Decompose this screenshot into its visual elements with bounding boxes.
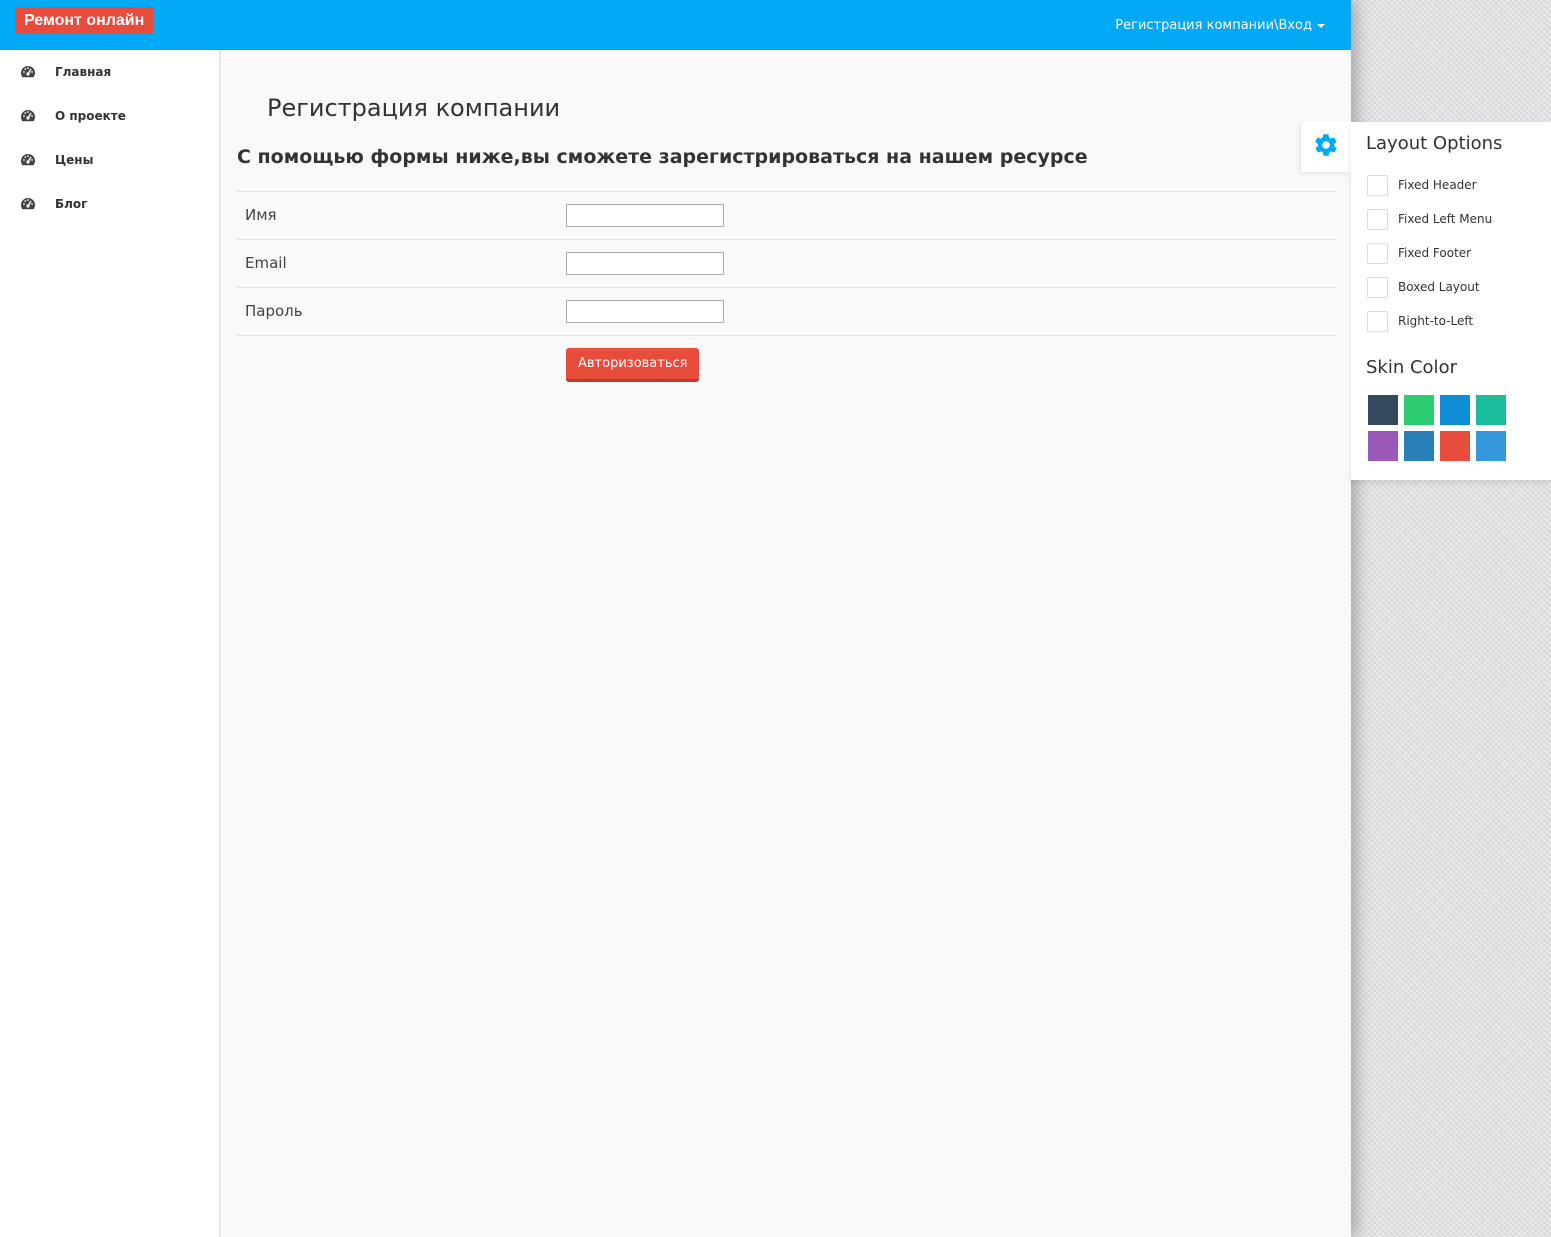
option-boxed-layout[interactable]: Boxed Layout (1367, 276, 1480, 298)
sidebar-item-label: О проекте (55, 109, 126, 123)
form-row-name: Имя (237, 191, 1336, 239)
sidebar-item-prices[interactable]: Цены (0, 138, 219, 182)
user-menu-dropdown[interactable]: Регистрация компании\Вход (1115, 17, 1325, 35)
option-label: Fixed Footer (1398, 246, 1472, 260)
layout-options-panel: Layout Options Fixed Header Fixed Left M… (1351, 122, 1551, 480)
skin-swatch[interactable] (1440, 431, 1470, 461)
sidebar-item-home[interactable]: Главная (0, 50, 219, 94)
brand-logo[interactable]: Ремонт онлайн (15, 7, 154, 34)
password-input[interactable] (566, 300, 724, 323)
sidebar-item-label: Цены (55, 153, 94, 167)
skin-swatch[interactable] (1476, 395, 1506, 425)
form-row-password: Пароль (237, 287, 1336, 335)
option-label: Boxed Layout (1398, 280, 1480, 294)
password-label: Пароль (245, 302, 303, 320)
sidebar: Главная О проекте Цены Блог (0, 50, 221, 1237)
sidebar-item-blog[interactable]: Блог (0, 182, 219, 226)
email-label: Email (245, 254, 287, 272)
boxed-layout-checkbox[interactable] (1367, 276, 1388, 298)
layout-options-title: Layout Options (1366, 133, 1503, 154)
form-row-submit: Авторизоваться (237, 335, 1336, 395)
dashboard-icon (20, 196, 36, 212)
skin-swatch[interactable] (1368, 431, 1398, 461)
submit-button[interactable]: Авторизоваться (566, 348, 700, 382)
skin-swatch[interactable] (1404, 395, 1434, 425)
option-label: Fixed Header (1398, 178, 1477, 192)
caret-down-icon (1317, 24, 1325, 28)
option-label: Right-to-Left (1398, 314, 1474, 328)
skin-swatch[interactable] (1476, 431, 1506, 461)
fixed-left-menu-checkbox[interactable] (1367, 208, 1388, 230)
form-row-email: Email (237, 239, 1336, 287)
option-fixed-footer[interactable]: Fixed Footer (1367, 242, 1471, 264)
skin-color-title: Skin Color (1366, 357, 1457, 378)
app-wrapper: Ремонт онлайн Регистрация компании\Вход … (0, 0, 1351, 1237)
skin-swatch[interactable] (1404, 431, 1434, 461)
top-header: Ремонт онлайн Регистрация компании\Вход (0, 0, 1351, 50)
sidebar-item-about[interactable]: О проекте (0, 94, 219, 138)
dashboard-icon (20, 108, 36, 124)
layout-options-toggle[interactable] (1301, 122, 1351, 172)
name-input[interactable] (566, 204, 724, 227)
skin-color-swatches (1368, 395, 1512, 461)
name-label: Имя (245, 206, 277, 224)
email-input[interactable] (566, 252, 724, 275)
fixed-header-checkbox[interactable] (1367, 174, 1388, 196)
gear-icon (1313, 132, 1339, 163)
sidebar-item-label: Блог (55, 197, 88, 211)
skin-swatch[interactable] (1368, 395, 1398, 425)
dashboard-icon (20, 152, 36, 168)
page-subtitle: С помощью формы ниже,вы сможете зарегист… (237, 146, 1088, 168)
sidebar-item-label: Главная (55, 65, 112, 79)
option-right-to-left[interactable]: Right-to-Left (1367, 310, 1473, 332)
right-to-left-checkbox[interactable] (1367, 310, 1388, 332)
option-fixed-left-menu[interactable]: Fixed Left Menu (1367, 208, 1492, 230)
page-title: Регистрация компании (267, 94, 561, 122)
option-fixed-header[interactable]: Fixed Header (1367, 174, 1477, 196)
registration-form: Имя Email Пароль Авторизоваться (237, 191, 1336, 395)
user-menu-label: Регистрация компании\Вход (1115, 18, 1312, 33)
skin-swatch[interactable] (1440, 395, 1470, 425)
fixed-footer-checkbox[interactable] (1367, 242, 1388, 264)
dashboard-icon (20, 64, 36, 80)
option-label: Fixed Left Menu (1398, 212, 1493, 226)
